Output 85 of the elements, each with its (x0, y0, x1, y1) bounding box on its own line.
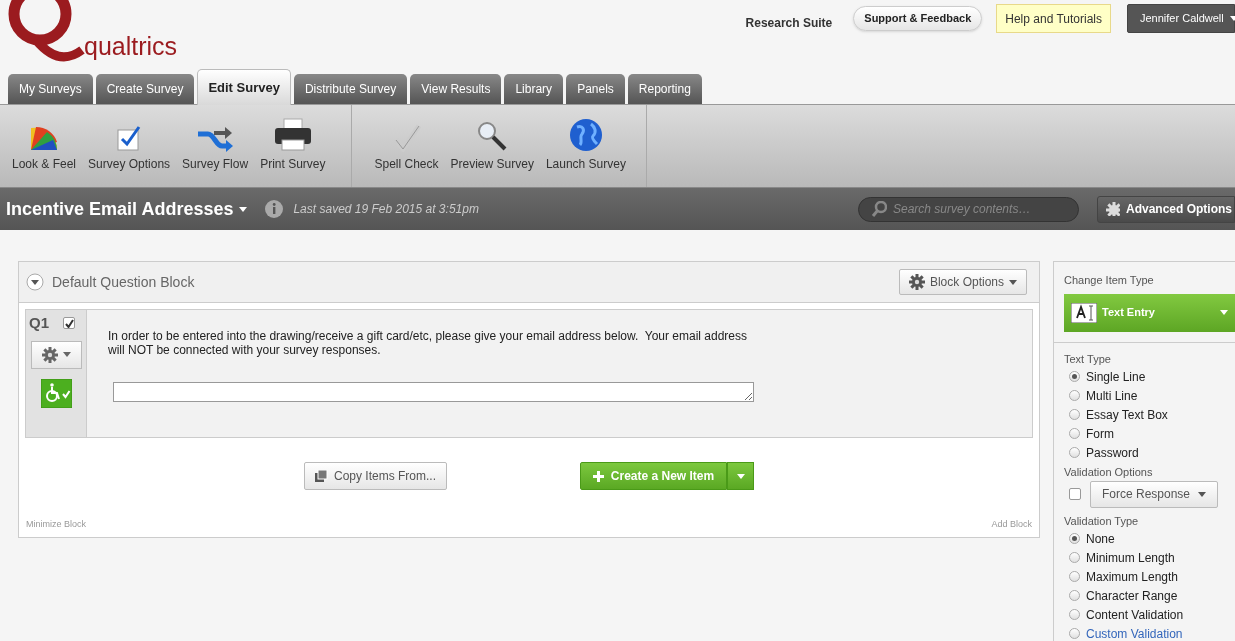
radio-button[interactable] (1069, 609, 1080, 620)
accessibility-icon (40, 378, 72, 408)
copy-icon (315, 470, 328, 482)
text-cursor-icon (1071, 302, 1097, 323)
radio-button[interactable] (1069, 552, 1080, 563)
caret-icon (736, 473, 745, 479)
question-checkbox[interactable] (63, 317, 75, 330)
settings-icon (908, 274, 925, 290)
info-icon (265, 200, 284, 218)
question-number: Q1 (29, 313, 49, 333)
tab[interactable]: Reporting (627, 74, 702, 104)
option-label: Multi Line (1086, 387, 1138, 405)
force-response-dropdown[interactable]: Force Response (1090, 480, 1219, 508)
block-title: Default Question Block (52, 272, 195, 292)
option-label: Content Validation (1086, 606, 1184, 624)
plus-icon (592, 470, 604, 482)
last-saved-text: Last saved 19 Feb 2015 at 3:51pm (293, 201, 479, 218)
radio-button[interactable] (1069, 390, 1080, 401)
help-button[interactable]: Help and Tutorials (996, 4, 1111, 33)
checkmark-icon (64, 318, 74, 328)
caret-icon (1220, 310, 1228, 315)
radio-button[interactable] (1069, 447, 1080, 458)
advanced-options-button[interactable]: Advanced Options (1097, 195, 1235, 223)
question-text: In order to be entered into the drawing/receive a gift card/etc, please give your email address below. Your email address will NOT be connected with your survey responses. (108, 329, 749, 357)
tab[interactable]: View Results (410, 74, 502, 104)
question-settings-button[interactable] (30, 340, 82, 369)
section-label: Validation Options (1064, 465, 1154, 480)
option-label: None (1086, 530, 1115, 548)
tab[interactable]: My Surveys (8, 74, 93, 104)
toolbar-button[interactable]: Look & Feel (6, 107, 83, 173)
radio-button[interactable] (1069, 590, 1080, 601)
toolbar-button[interactable]: Spell Check (368, 107, 445, 173)
search-input[interactable]: Search survey contents… (893, 200, 1063, 218)
section-label: Validation Type (1064, 513, 1140, 529)
toolbar-button[interactable]: Survey Options (82, 107, 177, 173)
option-label: Character Range (1086, 587, 1178, 605)
answer-box[interactable] (113, 382, 754, 402)
support-button[interactable]: Support & Feedback (853, 6, 983, 31)
tab[interactable]: Library (504, 74, 564, 104)
option-label: Minimum Length (1086, 549, 1175, 567)
toolbar-button[interactable]: Launch Survey (539, 107, 632, 173)
option-label: Form (1086, 425, 1114, 443)
option-label: Password (1086, 444, 1139, 462)
shuffle-icon (196, 124, 235, 152)
caret-icon (1229, 16, 1235, 21)
radio-button[interactable] (1069, 571, 1080, 582)
radio-button[interactable] (1069, 628, 1080, 639)
logo-icon (6, 0, 86, 62)
tab[interactable]: Edit Survey (197, 69, 291, 105)
create-item-dropdown[interactable] (727, 462, 754, 490)
section-label: Text Type (1064, 351, 1112, 367)
printer-icon (272, 118, 313, 152)
option-link[interactable]: Custom Validation (1086, 624, 1183, 641)
user-menu[interactable]: Jennifer Caldwell (1127, 4, 1235, 33)
section-label: Change Item Type (1064, 273, 1155, 288)
tab[interactable]: Panels (566, 74, 625, 104)
caret-icon (239, 206, 248, 212)
globe-icon (568, 118, 603, 152)
radio-button[interactable] (1069, 533, 1080, 544)
settings-icon (1106, 202, 1120, 216)
option-label: Maximum Length (1086, 568, 1179, 586)
settings-icon (41, 346, 58, 363)
toolbar-button[interactable]: Preview Survey (444, 107, 540, 173)
radio-button[interactable] (1069, 371, 1080, 382)
option-label: Essay Text Box (1086, 406, 1168, 424)
magnifier-icon (476, 120, 509, 152)
toolbar-button[interactable]: Survey Flow (176, 107, 255, 173)
force-response-checkbox[interactable] (1069, 488, 1081, 500)
caret-icon (1009, 279, 1017, 285)
radio-button[interactable] (1069, 428, 1080, 439)
brand-name: qualtrics (84, 34, 178, 59)
search-field[interactable]: Search survey contents… (858, 196, 1079, 222)
collapse-toggle-icon (26, 273, 44, 291)
block-options-button[interactable]: Block Options (898, 269, 1027, 295)
caret-icon (62, 352, 71, 357)
tab[interactable]: Create Survey (95, 74, 195, 104)
radio-button[interactable] (1069, 409, 1080, 420)
option-label: Single Line (1086, 368, 1146, 386)
suite-label: Research Suite (745, 14, 833, 32)
tab[interactable]: Distribute Survey (293, 74, 408, 104)
survey-title[interactable]: Incentive Email Addresses (6, 195, 248, 223)
search-icon (871, 200, 887, 218)
caret-icon (1198, 491, 1207, 497)
toolbar-button[interactable]: Print Survey (254, 107, 332, 173)
copy-items-button[interactable]: Copy Items From... (304, 462, 447, 490)
